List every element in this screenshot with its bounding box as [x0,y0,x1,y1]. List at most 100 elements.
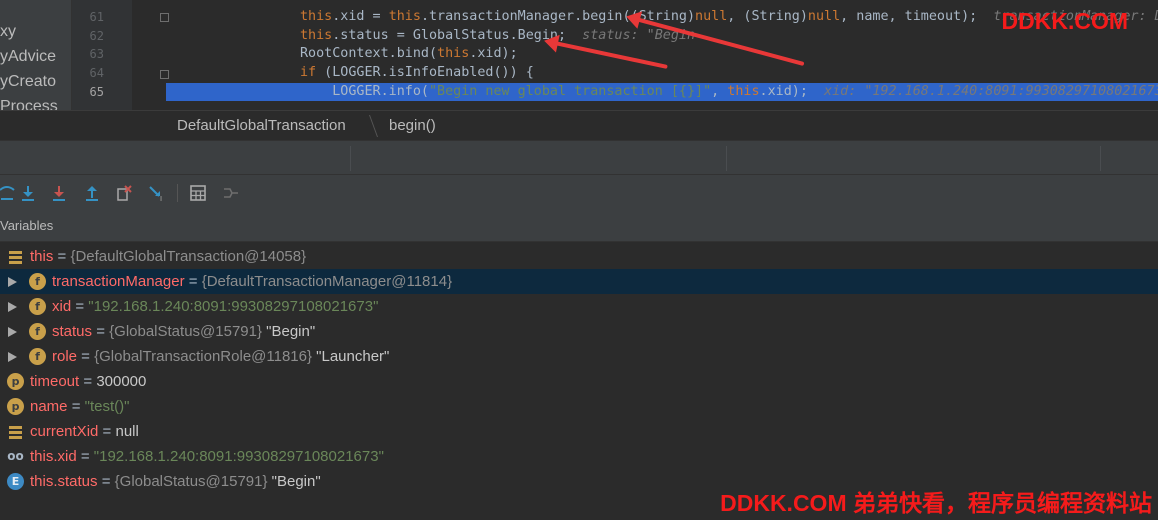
variable-reference: {GlobalStatus@15791} [114,473,268,490]
force-step-into-icon [53,186,65,201]
variable-value: "192.168.1.240:8091:99308297108021673" [88,298,379,315]
stack-bar [9,256,22,259]
code-editor[interactable]: xy yAdvice yCreato Process 61 62 63 64 6… [0,0,1158,110]
fold-marker-icon[interactable] [160,13,169,22]
code-line[interactable]: this.status = GlobalStatus.Begin; status… [300,27,695,45]
stack-bar [9,426,22,429]
variable-reference: {DefaultGlobalTransaction@14058} [70,248,307,265]
code-token: , [711,84,728,99]
variable-row[interactable]: f xid = "192.168.1.240:8091:9930829710802… [0,294,1158,319]
header-divider [726,146,727,171]
variable-row[interactable]: p name = "test()" [0,394,1158,419]
line-number: 65 [89,85,104,99]
project-item[interactable]: Process [0,96,58,110]
evaluate-expression-icon [190,185,206,201]
evaluate-expression-button[interactable] [187,182,209,204]
variable-text: currentXid = null [30,419,139,444]
field-icon: f [29,348,46,365]
debug-toolbar: I [0,175,1158,210]
variable-equals: = [92,323,110,340]
code-token: .xid); [759,84,808,99]
breadcrumb-separator [357,115,379,137]
code-token: .status = GlobalStatus.Begin; [332,28,567,43]
svg-text:I: I [160,195,162,202]
parameter-icon: p [7,373,24,390]
code-token: this [437,46,470,61]
variable-row[interactable]: oo this.xid = "192.168.1.240:8091:9930829… [0,444,1158,469]
force-step-into-button[interactable] [48,182,70,204]
fold-marker-icon[interactable] [160,70,169,79]
project-item[interactable]: xy [0,21,16,43]
header-divider [350,146,351,171]
trace-current-stream-icon [224,188,238,198]
variable-name: this.status [30,473,98,490]
watch-icon: oo [7,449,24,463]
variable-name: this.xid [30,448,77,465]
code-line[interactable]: if (LOGGER.isInfoEnabled()) { [300,64,534,82]
project-panel: xy yAdvice yCreato Process [0,0,72,110]
code-line[interactable]: RootContext.bind(this.xid); [300,45,518,63]
variable-row[interactable]: this = {DefaultGlobalTransaction@14058} [0,244,1158,269]
code-token: , name, timeout); [840,9,978,24]
variable-text: timeout = 300000 [30,369,146,394]
variable-row[interactable]: f transactionManager = {DefaultTransactio… [0,269,1158,294]
stack-bar [9,261,22,264]
variable-name: name [30,398,68,415]
drop-frame-button[interactable] [113,182,135,204]
expand-arrow-icon[interactable] [8,352,17,362]
code-line[interactable]: LOGGER.info("Begin new global transactio… [300,83,1158,101]
variable-text: name = "test()" [30,394,129,419]
variable-equals: = [98,423,116,440]
step-out-button[interactable] [81,182,103,204]
header-divider [1100,146,1101,171]
variable-equals: = [184,273,202,290]
breadcrumb-method[interactable]: begin() [389,111,436,141]
variable-reference: {GlobalStatus@15791} [109,323,262,340]
trace-stream-button[interactable] [220,182,242,204]
variable-row[interactable]: f status = {GlobalStatus@15791} "Begin" [0,319,1158,344]
code-token: xid: "192.168.1.240:8091:993082971080216… [807,84,1158,99]
run-to-cursor-button[interactable]: I [146,182,168,204]
variable-value: 300000 [96,373,147,390]
variable-value: null [115,423,139,440]
variable-row[interactable]: f role = {GlobalTransactionRole@11816} "L… [0,344,1158,369]
field-icon: f [29,298,46,315]
variable-equals: = [71,298,89,315]
project-item[interactable]: yCreato [0,71,56,93]
debug-tabs-header [0,140,1158,175]
variable-row[interactable]: p timeout = 300000 [0,369,1158,394]
variables-tree[interactable]: this = {DefaultGlobalTransaction@14058} f… [0,244,1158,520]
code-token: .xid = [332,9,389,24]
watermark-text: DDKK.COM 弟弟快看，程序员编程资料站 [720,490,1152,516]
code-token: this [300,9,333,24]
code-token: this [300,28,333,43]
variable-reference: {DefaultTransactionManager@11814} [201,273,453,290]
variable-text: status = {GlobalStatus@15791} "Begin" [52,319,315,344]
step-into-icon [22,186,34,201]
expand-arrow-icon[interactable] [8,277,17,287]
watermark-text: DDKK.COM [1001,8,1129,34]
expand-arrow-icon[interactable] [8,327,17,337]
enum-icon: E [7,473,24,490]
variable-value: "test()" [84,398,130,415]
step-into-button[interactable] [17,182,39,204]
code-token: if [300,65,317,80]
code-token: RootContext.bind( [300,46,438,61]
project-item[interactable]: yAdvice [0,46,56,68]
code-token: null [807,9,841,24]
code-token: null [695,9,728,24]
variable-value: "Begin" [261,323,316,340]
breadcrumb-class[interactable]: DefaultGlobalTransaction [177,111,346,141]
expand-arrow-icon[interactable] [8,302,17,312]
variable-reference: {GlobalTransactionRole@11816} [94,348,312,365]
line-number: 63 [89,47,104,61]
line-number: 64 [89,66,104,80]
code-token: LOGGER.info( [300,84,429,99]
code-token: this [727,84,760,99]
variable-stack-icon [7,423,24,440]
step-over-button[interactable] [0,182,18,204]
stack-bar [9,436,22,439]
variable-row[interactable]: currentXid = null [0,419,1158,444]
variables-header: Variables [0,210,1158,242]
line-number: 62 [89,29,104,43]
